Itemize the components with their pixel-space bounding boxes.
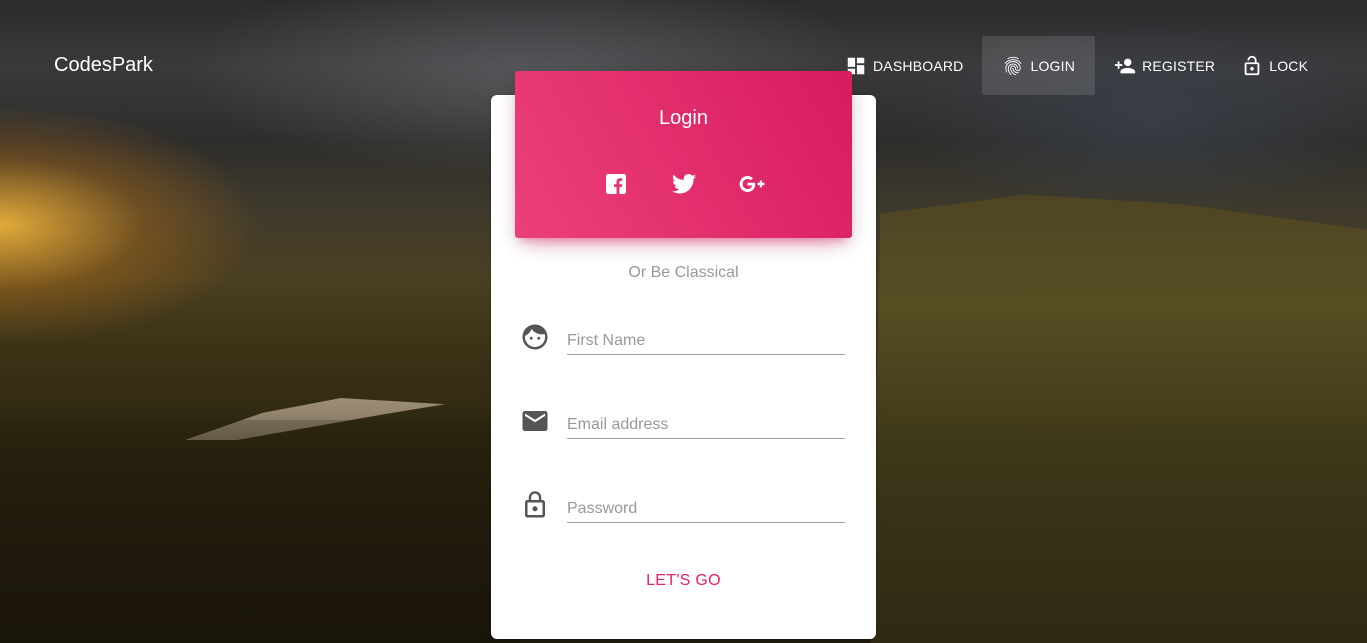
email-input[interactable] [567, 412, 845, 439]
nav-item-label: LOGIN [1030, 57, 1076, 74]
facebook-button[interactable] [603, 171, 629, 197]
password-field-group [520, 486, 845, 526]
card-title: Login [659, 107, 708, 129]
password-input[interactable] [567, 496, 845, 523]
fingerprint-icon [1005, 56, 1022, 75]
nav-item-login[interactable]: LOGIN [982, 36, 1096, 95]
top-nav: DASHBOARD LOGIN REGISTER LOCK [832, 36, 1321, 95]
brand-logo-link[interactable]: CodesPark [54, 54, 153, 77]
lock-open-icon [1244, 55, 1260, 75]
google-plus-button[interactable] [739, 171, 765, 197]
login-card-header: Login [515, 71, 852, 238]
nav-item-dashboard[interactable]: DASHBOARD [832, 36, 976, 95]
social-buttons [515, 171, 852, 197]
lets-go-button[interactable]: LET'S GO [491, 572, 876, 590]
nav-item-label: REGISTER [1142, 57, 1216, 74]
email-icon [520, 406, 550, 436]
first-name-field-group [520, 318, 845, 358]
twitter-icon [671, 174, 696, 194]
login-subtitle: Or Be Classical [628, 264, 739, 281]
google-plus-icon [739, 176, 764, 192]
nav-item-lock[interactable]: LOCK [1228, 36, 1321, 95]
nav-item-label: DASHBOARD [873, 57, 964, 74]
twitter-button[interactable] [671, 171, 697, 197]
facebook-icon [605, 174, 626, 194]
first-name-input[interactable] [567, 328, 845, 355]
person-add-icon [1114, 58, 1136, 73]
nav-item-label: LOCK [1269, 57, 1309, 74]
lock-icon [520, 490, 550, 520]
email-field-group [520, 402, 845, 442]
nav-item-register[interactable]: REGISTER [1101, 36, 1228, 95]
face-icon [520, 322, 550, 352]
